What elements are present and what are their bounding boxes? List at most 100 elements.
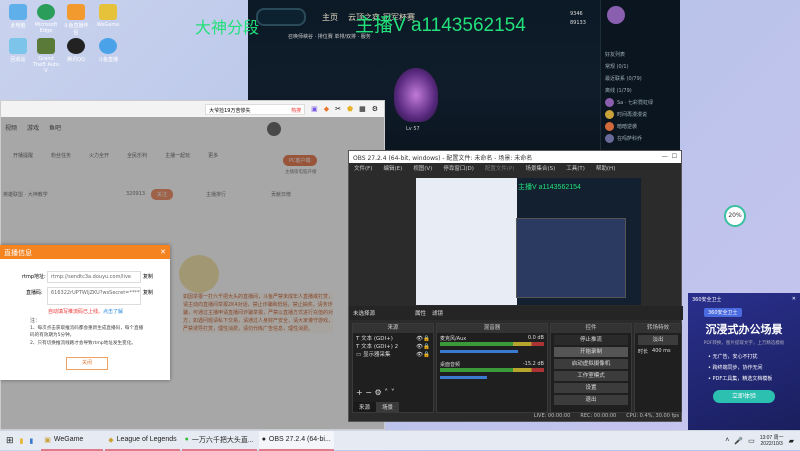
group-recent[interactable]: 最近联系 (0/79)	[601, 72, 680, 84]
group-offline[interactable]: 离线 (1/79)	[601, 84, 680, 96]
speed-widget[interactable]: 20%	[724, 205, 746, 227]
studio-mode-button[interactable]: 工作室模式	[554, 371, 628, 381]
microphone-icon[interactable]: 🎤	[734, 437, 743, 445]
app-icon[interactable]: ▮	[29, 437, 33, 445]
obs-window[interactable]: OBS 27.2.4 (64-bit, windows) - 配置文件: 未命名…	[348, 150, 683, 422]
taskbar-browser[interactable]: ● 一万六千把大头直...	[181, 431, 257, 451]
network-icon[interactable]: ▭	[748, 437, 755, 445]
group-general[interactable]: 常规 (0/1)	[601, 60, 680, 72]
cut-icon[interactable]: ✂	[335, 105, 341, 113]
source-item[interactable]: ▭ 显示器采集 👁🔒	[356, 351, 430, 359]
preview-canvas[interactable]: 主播V a1143562154	[416, 178, 641, 305]
desktop-icon-edge[interactable]: Microsoft Edge	[32, 4, 60, 34]
icon-label: Grand Theft Auto V	[32, 56, 60, 74]
mixer-channel-mic: 麦克风/Aux 0.0 dB	[437, 333, 547, 355]
icon-label: WeGame	[96, 22, 120, 28]
start-recording-button[interactable]: 开始录制	[554, 347, 628, 357]
preview-nested	[516, 218, 626, 298]
close-button[interactable]: 关闭	[66, 357, 108, 370]
volume-meter	[440, 342, 544, 346]
ad-cta-button[interactable]: 立即体验	[713, 390, 775, 403]
tray-chevron-icon[interactable]: ˄	[725, 437, 729, 444]
source-item[interactable]: T 文本 (GDI+) 👁🔒	[356, 335, 430, 343]
ad-popup-360[interactable]: 360安全卫士 ✕ 360安全卫士 沉浸式办公场景 PDF转换，图片提取文字，上万…	[688, 293, 800, 430]
desktop-icon-douyu[interactable]: 斗鱼直播	[94, 38, 122, 63]
start-icon[interactable]: ⊞	[6, 435, 14, 446]
stream-key-field[interactable]: 616322rUPTWljZKU?wsSecret=**********	[47, 287, 141, 305]
stream-key-label: 直播码:	[26, 290, 43, 296]
desktop-icon-douyu-assistant[interactable]: 斗鱼直播伴侣	[62, 4, 90, 36]
menu-profile[interactable]: 配置文件(P)	[485, 164, 515, 172]
desktop-icon-gta5[interactable]: Grand Theft Auto V	[32, 38, 60, 74]
social-panel: 好友列表 常规 (0/1) 最近联系 (0/79) 离线 (1/79) Sa ·…	[600, 0, 680, 152]
volume-slider[interactable]	[440, 376, 487, 379]
friend-name: 时间再漫漫说	[617, 111, 648, 118]
icon-label: 此电脑	[10, 23, 26, 29]
desktop-icon-this-pc[interactable]: 此电脑	[4, 4, 32, 29]
desktop-icon-recycle-bin[interactable]: 回收站	[4, 38, 32, 63]
menu-help[interactable]: 帮助(H)	[596, 164, 615, 172]
transition-select[interactable]: 淡出	[638, 335, 678, 345]
stop-streaming-button[interactable]: 停止推流	[554, 335, 628, 345]
ad-title: 沉浸式办公场景	[705, 323, 783, 336]
shield-icon[interactable]: ⬟	[347, 105, 353, 113]
obs-title: OBS 27.2.4 (64-bit, windows) - 配置文件: 未命名…	[353, 155, 533, 162]
taskbar-label: WeGame	[53, 436, 84, 443]
taskbar-label: 一万六千把大头直...	[191, 436, 254, 444]
ad-close-icon[interactable]: ✕	[792, 296, 796, 303]
extension-icon[interactable]: ◆	[324, 105, 329, 113]
duration-field[interactable]: 400 ms	[652, 348, 671, 355]
ad-point: • 跨终端同步，协作无间	[708, 365, 763, 371]
rtmp-field[interactable]: rtmp://sendtc3a.douyu.com/live	[47, 271, 141, 283]
friend-item[interactable]: 时间再漫漫说	[601, 108, 680, 120]
friend-item[interactable]: Sa · 七彩霓虹绿	[601, 96, 680, 108]
learn-more-link[interactable]: 点击了解	[103, 308, 123, 315]
file-explorer-icon[interactable]: ▮	[20, 437, 24, 445]
desktop-icon-wegame[interactable]: WeGame	[94, 4, 122, 28]
settings-button[interactable]: 设置	[554, 383, 628, 393]
notification-icon[interactable]: ▰	[789, 437, 794, 445]
lol-nav-home[interactable]: 主页	[322, 12, 338, 23]
copy-key-button[interactable]: 复制	[143, 289, 153, 296]
stream-info-dialog: 直播信息 ✕ rtmp地址: rtmp://sendtc3a.douyu.com/…	[0, 245, 170, 380]
menu-scene-collection[interactable]: 场景集合(S)	[525, 164, 555, 172]
player-level: Lv 57	[406, 126, 420, 132]
menu-docks[interactable]: 停靠窗口(D)	[443, 164, 474, 172]
search-box[interactable]: 大爷捡19万苦惨失 热搜	[205, 103, 306, 115]
obs-menu: 文件(F) 编辑(E) 视图(V) 停靠窗口(D) 配置文件(P) 场景集合(S…	[349, 163, 681, 173]
grid-icon[interactable]: ▦	[359, 105, 366, 113]
menu-edit[interactable]: 编辑(E)	[383, 164, 402, 172]
controls-dock: 控件 停止推流 开始录制 启动虚拟摄像机 工作室模式 设置 退出	[550, 323, 632, 413]
desktop-icon-qq[interactable]: 腾讯QQ	[62, 38, 90, 63]
volume-slider[interactable]	[440, 350, 518, 353]
taskbar-obs[interactable]: ● OBS 27.2.4 (64-bi...	[258, 430, 334, 451]
virtual-camera-button[interactable]: 启动虚拟摄像机	[554, 359, 628, 369]
extension-icon[interactable]: ▣	[311, 105, 318, 113]
properties-button[interactable]: 属性	[415, 309, 426, 317]
friend-item[interactable]: 暗暗逆袭	[601, 120, 680, 132]
preview-watermark: 主播V a1143562154	[518, 184, 581, 191]
source-item[interactable]: T 文本 (GDI+) 2 👁🔒	[356, 343, 430, 351]
clock[interactable]: 13:07 周一 2022/10/3	[760, 435, 784, 447]
friend-item[interactable]: 在吗萨科乔	[601, 132, 680, 144]
window-controls[interactable]: — ☐	[662, 153, 677, 161]
icon-label: 腾讯QQ	[67, 57, 85, 63]
taskbar-label: OBS 27.2.4 (64-bi...	[268, 436, 331, 443]
filters-button[interactable]: 滤镜	[432, 309, 443, 317]
taskbar-wegame[interactable]: ▣ WeGame	[41, 431, 104, 451]
source-toolbar[interactable]: + − ⚙ ˄ ˅	[356, 388, 395, 397]
menu-file[interactable]: 文件(F)	[354, 164, 372, 172]
menu-view[interactable]: 视图(V)	[413, 164, 432, 172]
close-icon[interactable]: ✕	[160, 248, 166, 256]
exit-button[interactable]: 退出	[554, 395, 628, 405]
no-source-label: 未选择源	[353, 311, 376, 317]
ranked-emblem	[394, 68, 438, 122]
play-button[interactable]	[256, 8, 306, 26]
sources-dock: 来源 T 文本 (GDI+) 👁🔒 T 文本 (GDI+) 2 👁🔒 ▭ 显示器…	[352, 323, 434, 413]
rank-watermark: 大神分段	[195, 20, 260, 37]
settings-icon[interactable]: ⚙	[372, 105, 378, 113]
menu-tools[interactable]: 工具(T)	[566, 164, 585, 172]
copy-rtmp-button[interactable]: 复制	[143, 273, 153, 280]
profile-avatar[interactable]	[607, 6, 625, 24]
taskbar-league[interactable]: ◆ League of Legends	[105, 431, 180, 451]
